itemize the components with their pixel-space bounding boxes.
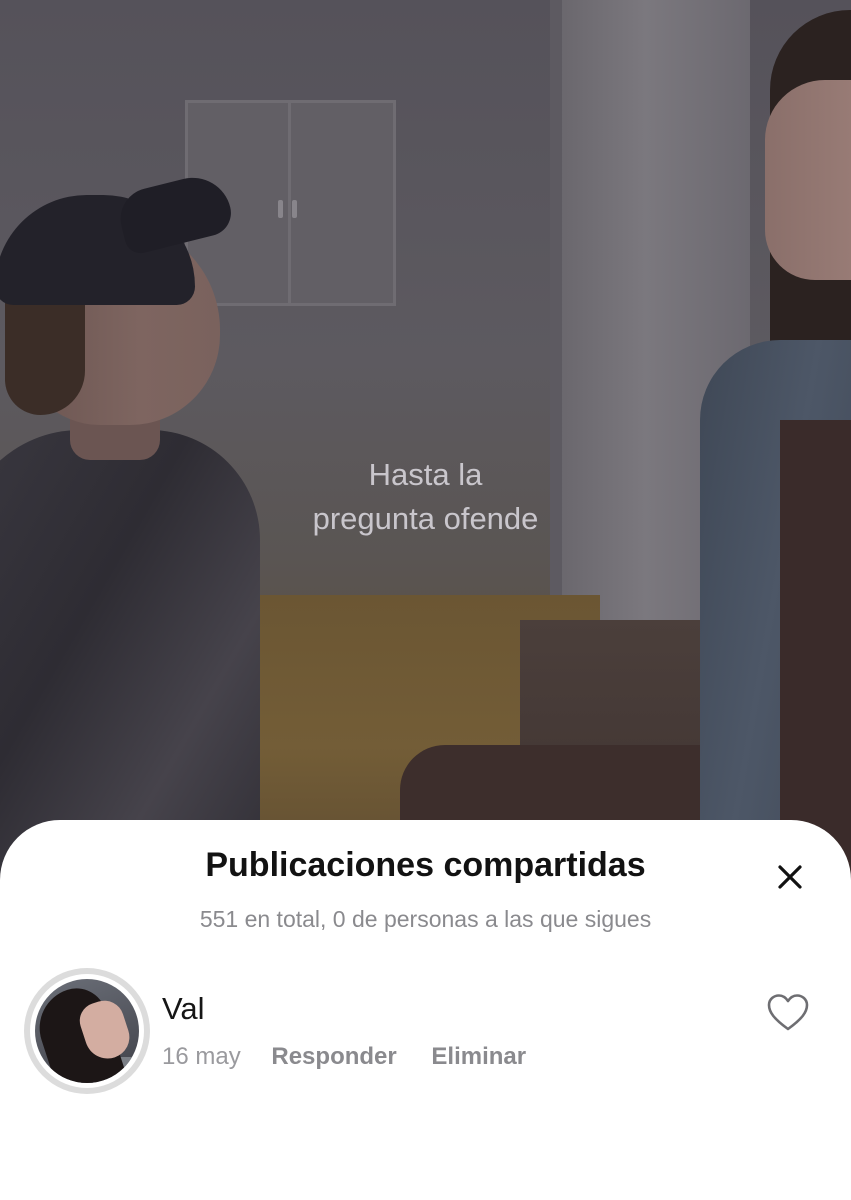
sheet-subtitle: 551 en total, 0 de personas a las que si… xyxy=(199,906,652,932)
delete-button[interactable]: Eliminar xyxy=(431,1043,526,1070)
video-scene-knob xyxy=(278,200,283,218)
screen: Hasta la pregunta ofende Publicaciones c… xyxy=(0,0,851,1200)
video-player[interactable]: Hasta la pregunta ofende xyxy=(0,0,851,900)
video-caption-line: Hasta la xyxy=(368,457,483,492)
video-scene-door-frame xyxy=(550,0,562,640)
reply-button[interactable]: Responder xyxy=(271,1043,396,1070)
comment-date: 16 may xyxy=(162,1043,241,1070)
sheet-title: Publicaciones compartidas xyxy=(205,846,646,884)
video-caption-line: pregunta ofende xyxy=(312,501,539,536)
close-icon xyxy=(778,865,802,889)
close-button[interactable] xyxy=(770,857,810,897)
avatar-photo xyxy=(35,979,139,1083)
video-scene-woman-face xyxy=(765,80,851,280)
username[interactable]: Val xyxy=(162,991,205,1027)
comment-meta: 16 may Responder Eliminar xyxy=(162,1043,526,1071)
list-item: Val 16 may Responder Eliminar xyxy=(0,965,851,1105)
avatar[interactable] xyxy=(30,974,144,1088)
video-caption: Hasta la pregunta ofende xyxy=(0,453,851,541)
video-scene-knob xyxy=(292,200,297,218)
like-button[interactable] xyxy=(766,993,810,1033)
heart-outline-icon xyxy=(767,994,809,1031)
